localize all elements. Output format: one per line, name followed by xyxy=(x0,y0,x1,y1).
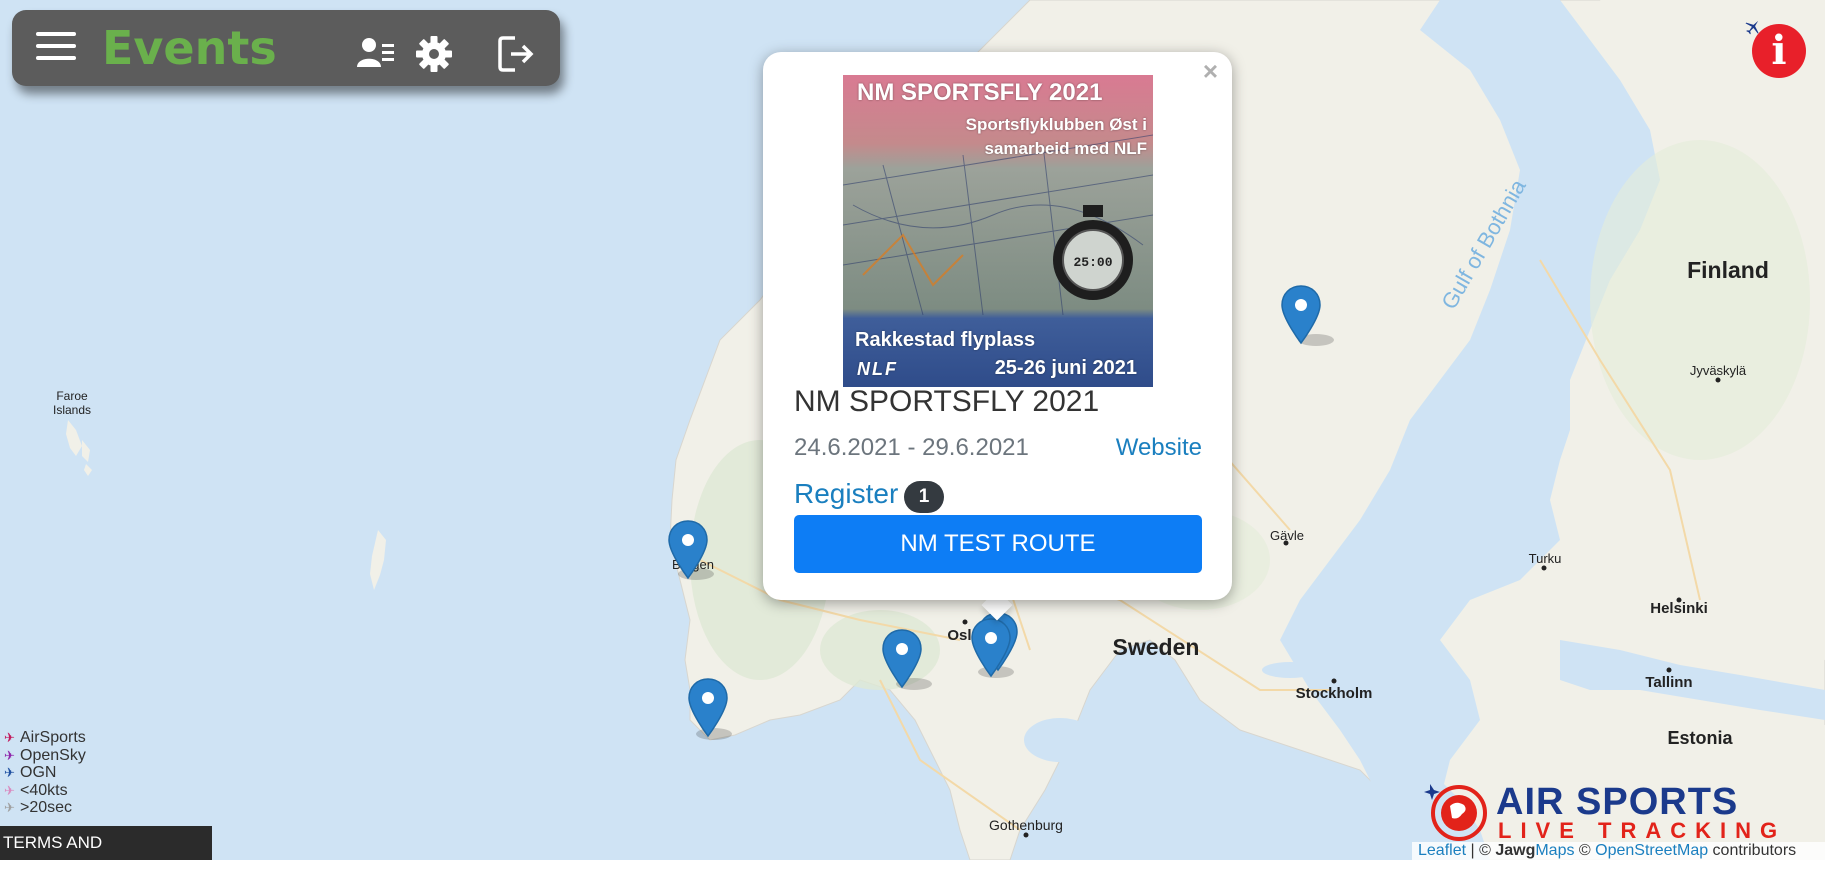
event-name: NM SPORTSFLY 2021 xyxy=(794,385,1100,418)
lake-malaren xyxy=(1262,662,1318,678)
airplane-icon: ✈ xyxy=(4,730,15,745)
info-icon: i xyxy=(1771,27,1787,74)
airplane-icon: ✈ xyxy=(4,782,15,798)
forest-area xyxy=(1590,140,1810,460)
map-label-gavle: Gävle xyxy=(1270,528,1304,543)
lake-vattern xyxy=(1120,760,1140,820)
city-dot xyxy=(1666,667,1672,673)
legend-item-stale: ✈ >20sec xyxy=(4,799,73,816)
map-label-helsinki: Helsinki xyxy=(1650,600,1708,617)
user-list-icon[interactable] xyxy=(356,34,396,74)
map-label-jyvaskyla: Jyväskylä xyxy=(1690,363,1747,378)
legend-item-slow: ✈ <40kts xyxy=(4,781,68,799)
map-label-faroe: Islands xyxy=(53,403,91,417)
event-marker[interactable] xyxy=(668,520,708,580)
city-dot xyxy=(962,619,968,625)
lake-vanern xyxy=(1024,718,1096,762)
city-dot xyxy=(1541,565,1547,571)
logo-line-2: LIVE TRACKING xyxy=(1498,818,1786,842)
event-popup: × 25:00 NM SPORTSFLY 2021 Sportsflyklubb… xyxy=(763,52,1232,600)
logout-icon[interactable] xyxy=(497,34,537,74)
leaflet-link[interactable]: Leaflet xyxy=(1418,842,1466,859)
poster-logo: NLF xyxy=(857,359,898,379)
airplane-icon: ✈ xyxy=(4,800,15,815)
terms-link[interactable]: TERMS AND CONDITIONS xyxy=(0,826,212,886)
airplane-icon: ✈ xyxy=(4,765,15,780)
logo-line-1: AIR SPORTS xyxy=(1496,781,1738,823)
map-label-tallinn: Tallinn xyxy=(1645,674,1692,691)
airplane-icon: ✈ xyxy=(4,747,15,763)
map-label-stockholm: Stockholm xyxy=(1296,685,1373,702)
jawg-link[interactable]: JawgMaps xyxy=(1495,842,1574,859)
route-button[interactable]: NM TEST ROUTE xyxy=(794,515,1202,573)
register-link[interactable]: Register xyxy=(794,478,898,510)
legend-item-opensky: ✈ OpenSky xyxy=(4,746,86,764)
event-poster-image: 25:00 NM SPORTSFLY 2021 Sportsflyklubben… xyxy=(843,75,1153,387)
map-label-estonia: Estonia xyxy=(1667,728,1733,748)
map-label-turku: Turku xyxy=(1529,551,1562,566)
map-label-sweden: Sweden xyxy=(1113,634,1200,660)
traffic-legend: ✈ AirSports ✈ OpenSky ✈ OGN ✈ <40kts ✈ >20sec xyxy=(4,729,86,817)
air-sports-live-tracking-logo: AIR SPORTS LIVE TRACKING xyxy=(1424,781,1786,842)
city-dot xyxy=(1715,377,1721,383)
register-count-badge: 1 xyxy=(904,481,944,513)
legend-item-airsports: ✈ AirSports xyxy=(4,729,86,746)
map-label-gothenburg: Gothenburg xyxy=(989,817,1063,833)
website-link[interactable]: Website xyxy=(1116,434,1202,462)
info-button[interactable]: i xyxy=(1752,24,1806,78)
city-dot xyxy=(1331,678,1337,684)
poster-subtitle-2: samarbeid med NLF xyxy=(984,139,1148,158)
event-marker[interactable] xyxy=(688,678,728,738)
event-dates: 24.6.2021 - 29.6.2021 xyxy=(794,434,1029,461)
forest-area xyxy=(820,610,940,690)
poster-dates: 25-26 juni 2021 xyxy=(994,357,1137,379)
city-dot xyxy=(1023,832,1029,838)
close-icon[interactable]: × xyxy=(1203,56,1218,87)
map-label-faroe: Faroe xyxy=(56,389,88,403)
poster-subtitle-1: Sportsflyklubben Øst i xyxy=(965,115,1147,134)
poster-title: NM SPORTSFLY 2021 xyxy=(857,79,1103,106)
map-label-finland: Finland xyxy=(1687,257,1769,283)
event-marker[interactable] xyxy=(882,629,922,689)
menu-icon[interactable] xyxy=(36,32,78,64)
event-marker[interactable] xyxy=(971,618,1011,678)
gear-icon[interactable] xyxy=(414,34,454,74)
top-navbar: Events xyxy=(12,10,560,86)
map-attribution: Leaflet | © JawgMaps © OpenStreetMap con… xyxy=(1412,842,1825,860)
page-title: Events xyxy=(102,21,277,75)
poster-place: Rakkestad flyplass xyxy=(855,329,1036,351)
event-marker[interactable] xyxy=(1281,285,1321,345)
osm-link[interactable]: OpenStreetMap xyxy=(1595,842,1708,859)
poster-stopwatch-digits: 25:00 xyxy=(1073,255,1112,270)
legend-item-ogn: ✈ OGN xyxy=(4,764,57,781)
